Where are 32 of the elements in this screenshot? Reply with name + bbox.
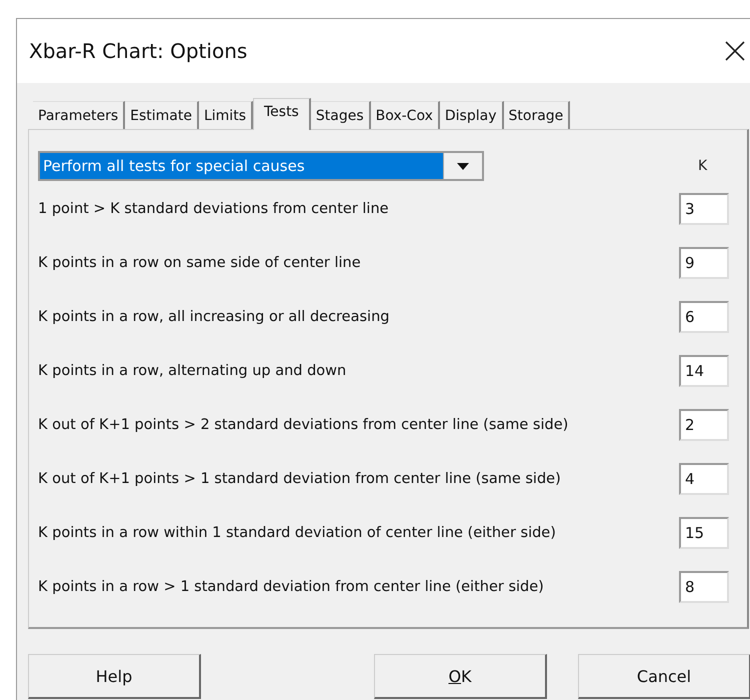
k-input-field[interactable]: 9 bbox=[679, 247, 729, 279]
tests-dropdown[interactable]: Perform all tests for special causes bbox=[38, 151, 484, 181]
tab[interactable]: Tests bbox=[252, 98, 311, 130]
test-label: K points in a row on same side of center line bbox=[38, 255, 361, 271]
k-input-field[interactable]: 8 bbox=[679, 571, 729, 603]
tab[interactable]: Box-Cox bbox=[370, 101, 440, 129]
k-input-field[interactable]: 6 bbox=[679, 301, 729, 333]
close-icon[interactable] bbox=[725, 41, 745, 61]
tab[interactable]: Display bbox=[440, 101, 504, 129]
tab[interactable]: Storage bbox=[504, 101, 570, 129]
dialog-button[interactable]: Help bbox=[28, 654, 201, 699]
tab[interactable]: Parameters bbox=[33, 101, 126, 129]
test-label: 1 point > K standard deviations from center line bbox=[38, 201, 389, 217]
k-input-field[interactable]: 2 bbox=[679, 409, 729, 441]
k-input-field[interactable]: 4 bbox=[679, 463, 729, 495]
test-label: K points in a row, alternating up and down bbox=[38, 363, 346, 379]
tab[interactable]: Limits bbox=[198, 101, 253, 129]
dialog-button[interactable]: Cancel bbox=[578, 654, 750, 699]
tab[interactable]: Estimate bbox=[125, 101, 199, 129]
window-title: Xbar-R Chart: Options bbox=[29, 39, 248, 63]
k-input-field[interactable]: 3 bbox=[679, 193, 729, 225]
test-label: K points in a row within 1 standard deviation of center line (either side) bbox=[38, 525, 556, 541]
caret-icon bbox=[457, 162, 469, 170]
dialog-button[interactable]: OK bbox=[374, 654, 547, 699]
column-header: K bbox=[698, 158, 708, 174]
tab[interactable]: Stages bbox=[310, 101, 371, 129]
test-label: K out of K+1 points > 1 standard deviation from center line (same side) bbox=[38, 471, 561, 487]
test-label: K points in a row, all increasing or all decreasing bbox=[38, 309, 390, 325]
k-input-field[interactable]: 14 bbox=[679, 355, 729, 387]
test-label: K out of K+1 points > 2 standard deviations from center line (same side) bbox=[38, 417, 568, 433]
k-input-field[interactable]: 15 bbox=[679, 517, 729, 549]
test-label: K points in a row > 1 standard deviation from center line (either side) bbox=[38, 579, 544, 595]
